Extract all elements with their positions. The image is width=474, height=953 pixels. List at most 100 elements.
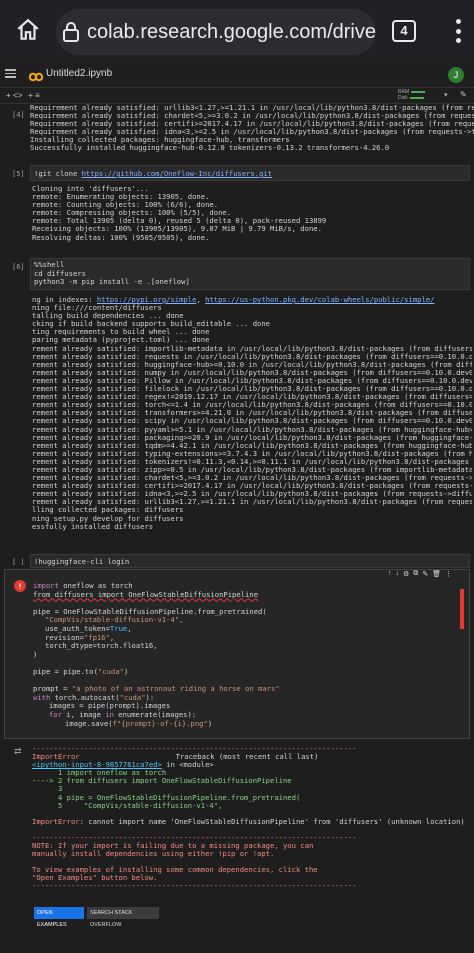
pencil-icon[interactable]: ✎: [460, 90, 467, 99]
output-line: remote: Enumerating objects: 13905, done…: [32, 193, 210, 202]
output-line: talling build dependencies ... done: [32, 312, 184, 321]
link-icon[interactable]: ⚙: [403, 570, 409, 580]
output-line: rement already satisfied: numpy in /usr/…: [32, 368, 472, 377]
output-line: lling collected packages: diffusers: [32, 506, 184, 515]
output-line: rement already satisfied: typing-extensi…: [32, 449, 472, 458]
cell-execution-count: [5]: [12, 170, 25, 178]
run-error-button[interactable]: [14, 580, 26, 592]
code-line: pipe = pipe.to("cuda"): [33, 666, 129, 676]
colab-logo-icon: [28, 69, 44, 81]
output-line: rement already satisfied: torch<=1.4 in …: [32, 401, 472, 410]
ram-bar: [411, 90, 426, 93]
divider: ----------------------------------------…: [32, 833, 357, 842]
note-line: "Open Examples" button below.: [32, 874, 158, 883]
resource-monitor[interactable]: RAM Disk: [398, 89, 442, 103]
code-line: python3 -m pip install -e .[oneflow]: [34, 277, 190, 287]
open-examples-button[interactable]: OPEN EXAMPLES: [34, 907, 84, 928]
traceback-line: 3: [32, 785, 63, 794]
code-editor[interactable]: !git clone https://github.com/Oneflow-In…: [30, 165, 470, 181]
output-line: Resolving deltas: 100% (9505/9505), done…: [32, 233, 210, 242]
code-editor[interactable]: import oneflow as torch from diffusers i…: [30, 581, 460, 728]
output-line: rement already satisfied: scipy in /usr/…: [32, 417, 472, 426]
more-icon[interactable]: ⋮: [445, 570, 452, 580]
output-menu-icon[interactable]: ⇄: [14, 746, 22, 757]
url-text: colab.research.google.com/drive: [86, 20, 376, 43]
browser-menu-icon[interactable]: [448, 16, 468, 46]
output-line: ng in indexes: https://pypi.org/simple, …: [32, 296, 435, 304]
output-line: ning setup.py develop for diffusers: [32, 514, 184, 523]
copy-icon[interactable]: ⧉: [413, 570, 418, 580]
output-line: Requirement already satisfied: certifi>=…: [30, 120, 474, 129]
add-code-button[interactable]: + <>: [6, 91, 22, 100]
output-line: rement already satisfied: tqdm>=4.42.1 i…: [32, 441, 472, 450]
cell-output: ng in indexes: https://pypi.org/simple, …: [32, 296, 472, 531]
cell-execution-count: [ ]: [12, 558, 25, 566]
chevron-down-icon[interactable]: ▾: [444, 91, 448, 99]
tab-switcher-button[interactable]: 4: [392, 20, 416, 42]
output-line: Cloning into 'diffusers'...: [32, 185, 149, 193]
pypi-link[interactable]: https://pypi.org/simple: [97, 296, 197, 304]
output-line: rement already satisfied: huggingface-hu…: [32, 360, 472, 369]
output-line: ting requirements to build wheel ... don…: [32, 328, 210, 337]
output-line: rement already satisfied: Pillow in /usr…: [32, 376, 472, 385]
traceback-header: ImportError Traceback (most recent call l…: [32, 753, 319, 762]
disk-label: Disk: [398, 95, 408, 101]
avatar[interactable]: J: [448, 67, 464, 83]
cell-output: Cloning into 'diffusers'... remote: Enume…: [32, 185, 472, 242]
output-line: rement already satisfied: packaging>=20.…: [32, 433, 472, 442]
code-line: image.save(f"{prompt}-of-{i}.png"): [65, 718, 213, 728]
code-line: %%shell: [34, 260, 65, 269]
add-text-button[interactable]: + ≡: [28, 91, 40, 100]
output-line: rement already satisfied: certifi>=2017.…: [32, 482, 472, 491]
code-editor[interactable]: !huggingface-cli login: [30, 554, 470, 568]
output-line: remote: Counting objects: 100% (6/6), do…: [32, 201, 219, 210]
notebook-title[interactable]: Untitled2.ipynb: [46, 68, 112, 79]
code-line: ): [33, 649, 38, 659]
output-line: rement already satisfied: requests in /u…: [32, 352, 472, 361]
output-line: Requirement already satisfied: chardet<5…: [30, 112, 474, 121]
cell-execution-count: [6]: [12, 263, 25, 271]
code-line: from diffusers import OneFlowStableDiffu…: [33, 589, 259, 599]
ipython-input-link[interactable]: <ipython-input-8-9857761ca7ed>: [32, 761, 162, 769]
output-line: paring metadata (pyproject.toml) ... don…: [32, 336, 210, 345]
address-bar[interactable]: colab.research.google.com/drive: [56, 9, 376, 55]
output-line: rement already satisfied: transformers>=…: [32, 409, 472, 418]
traceback-line: 5 "CompVis/stable-diffusion-v1-4",: [32, 801, 223, 810]
colab-wheels-link[interactable]: https://us-python.pkg.dev/colab-wheels/p…: [205, 296, 434, 304]
search-stack-overflow-button[interactable]: SEARCH STACK OVERFLOW: [87, 907, 159, 928]
divider: ----------------------------------------…: [32, 745, 357, 753]
output-lines: ning file:///content/diffusers talling bu…: [32, 304, 472, 531]
divider: ----------------------------------------…: [32, 882, 357, 891]
output-line: cking if build backend supports build_ed…: [32, 320, 270, 329]
output-line: Requirement already satisfied: urllib3<1…: [30, 104, 474, 112]
edit-icon[interactable]: ✎: [422, 570, 428, 580]
code-line: torch_dtype=torch.float16,: [45, 641, 158, 651]
output-line: rement already satisfied: tokenizers!=0.…: [32, 457, 472, 466]
output-line: ning file:///content/diffusers: [32, 304, 162, 313]
home-icon[interactable]: [0, 0, 56, 60]
delete-icon[interactable]: 🗑: [432, 570, 441, 580]
move-up-icon[interactable]: ↑: [388, 570, 392, 580]
output-line: essfully installed diffusers: [32, 522, 154, 531]
output-line: rement already satisfied: regex!=2019.12…: [32, 393, 472, 402]
cell-toolbar: ↑ ↓ ⚙ ⧉ ✎ 🗑 ⋮: [388, 570, 452, 580]
move-down-icon[interactable]: ↓: [396, 570, 400, 580]
disk-bar: [409, 96, 424, 99]
error-message: ImportError: cannot import name 'OneFlow…: [32, 817, 465, 826]
output-line: remote: Total 13905 (delta 0), reused 5 …: [32, 217, 327, 226]
hamburger-menu-icon[interactable]: [5, 69, 27, 78]
repo-link[interactable]: https://github.com/Oneflow-Inc/diffusers…: [82, 169, 272, 178]
output-line: rement already satisfied: filelock in /u…: [32, 385, 472, 394]
error-output: ----------------------------------------…: [32, 745, 472, 890]
colab-header: Untitled2.ipynb: [0, 60, 474, 88]
note-line: To view examples of installing some comm…: [32, 866, 318, 875]
output-line: Installing collected packages: huggingfa…: [30, 136, 290, 145]
code-line: !git clone https://github.com/Oneflow-In…: [34, 169, 273, 178]
output-line: rement already satisfied: pyyaml>=5.1 in…: [32, 425, 472, 434]
code-editor[interactable]: %%shell cd diffusers python3 -m pip inst…: [30, 258, 470, 290]
note-line: NOTE: If your import is failing due to a…: [32, 841, 314, 850]
error-icon: [19, 583, 21, 589]
output-line: Requirement already satisfied: idna<3,>=…: [30, 128, 474, 137]
traceback-line: ----> 2 from diffusers import OneFlowSta…: [32, 777, 292, 786]
traceback-location: <ipython-input-8-9857761ca7ed> in <modul…: [32, 761, 214, 770]
